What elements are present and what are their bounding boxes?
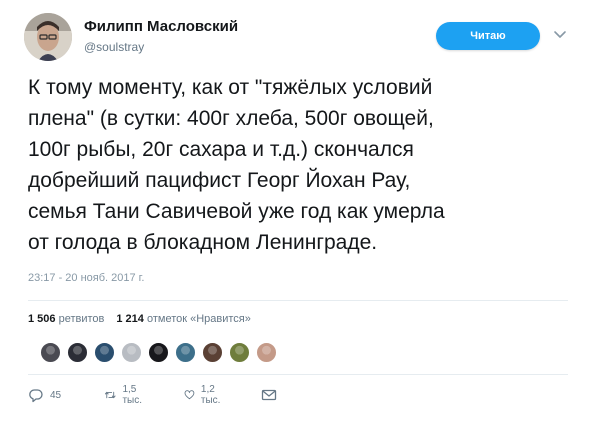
retweet-button[interactable]: 1,5 тыс. — [104, 384, 148, 406]
retweets-count: 1 506 — [28, 313, 56, 325]
tweet-stats: 1 506 ретвитов 1 214 отметок «Нравится» — [28, 313, 251, 325]
liker-avatar[interactable] — [148, 342, 169, 363]
author-avatar[interactable] — [24, 13, 72, 61]
liker-avatar[interactable] — [94, 342, 115, 363]
retweet-count: 1,5 тыс. — [122, 384, 143, 406]
like-count: 1,2 тыс. — [200, 384, 221, 406]
tweet-card: Филипп Масловский @soulstray Читаю К том… — [0, 0, 600, 427]
avatar-image — [24, 13, 72, 61]
tweet-text-line: 100г рыбы, 20г сахара и т.д.) скончался — [28, 138, 414, 161]
tweet-text-line: добрейший пацифист Георг Йохан Рау, — [28, 169, 411, 192]
likes-stat[interactable]: 1 214 отметок «Нравится» — [116, 313, 251, 325]
liker-avatar[interactable] — [229, 342, 250, 363]
liker-avatar[interactable] — [121, 342, 142, 363]
liker-avatar[interactable] — [40, 342, 61, 363]
envelope-icon — [261, 389, 277, 401]
tweet-timestamp[interactable]: 23:17 - 20 нояб. 2017 г. — [28, 272, 144, 284]
liker-avatar[interactable] — [175, 342, 196, 363]
tweet-text: К тому моменту, как от "тяжёлых условий … — [28, 72, 588, 258]
follow-button[interactable]: Читаю — [436, 22, 540, 50]
divider — [28, 374, 568, 375]
heart-icon — [184, 390, 195, 400]
retweets-label: ретвитов — [58, 313, 105, 325]
author-display-name[interactable]: Филипп Масловский — [84, 18, 238, 35]
likes-count: 1 214 — [116, 313, 144, 325]
tweet-text-line: К тому моменту, как от "тяжёлых условий — [28, 76, 433, 99]
likes-label: отметок «Нравится» — [146, 313, 251, 325]
reply-count: 45 — [50, 389, 62, 401]
reply-button[interactable]: 45 — [28, 386, 61, 404]
tweet-text-line: от голода в блокадном Ленинграде. — [28, 231, 378, 254]
retweet-icon — [104, 391, 116, 399]
liker-avatar[interactable] — [202, 342, 223, 363]
tweet-text-line: плена" (в сутки: 400г хлеба, 500г овощей… — [28, 107, 434, 130]
reply-icon — [29, 389, 43, 403]
direct-message-button[interactable] — [261, 386, 277, 404]
chevron-down-icon[interactable] — [552, 26, 568, 42]
like-button[interactable]: 1,2 тыс. — [184, 384, 226, 406]
liker-avatar[interactable] — [256, 342, 277, 363]
liker-avatar[interactable] — [67, 342, 88, 363]
retweets-stat[interactable]: 1 506 ретвитов — [28, 313, 104, 325]
divider — [28, 300, 568, 301]
author-handle[interactable]: @soulstray — [84, 40, 144, 54]
tweet-text-line: семья Тани Савичевой уже год как умерла — [28, 200, 445, 223]
